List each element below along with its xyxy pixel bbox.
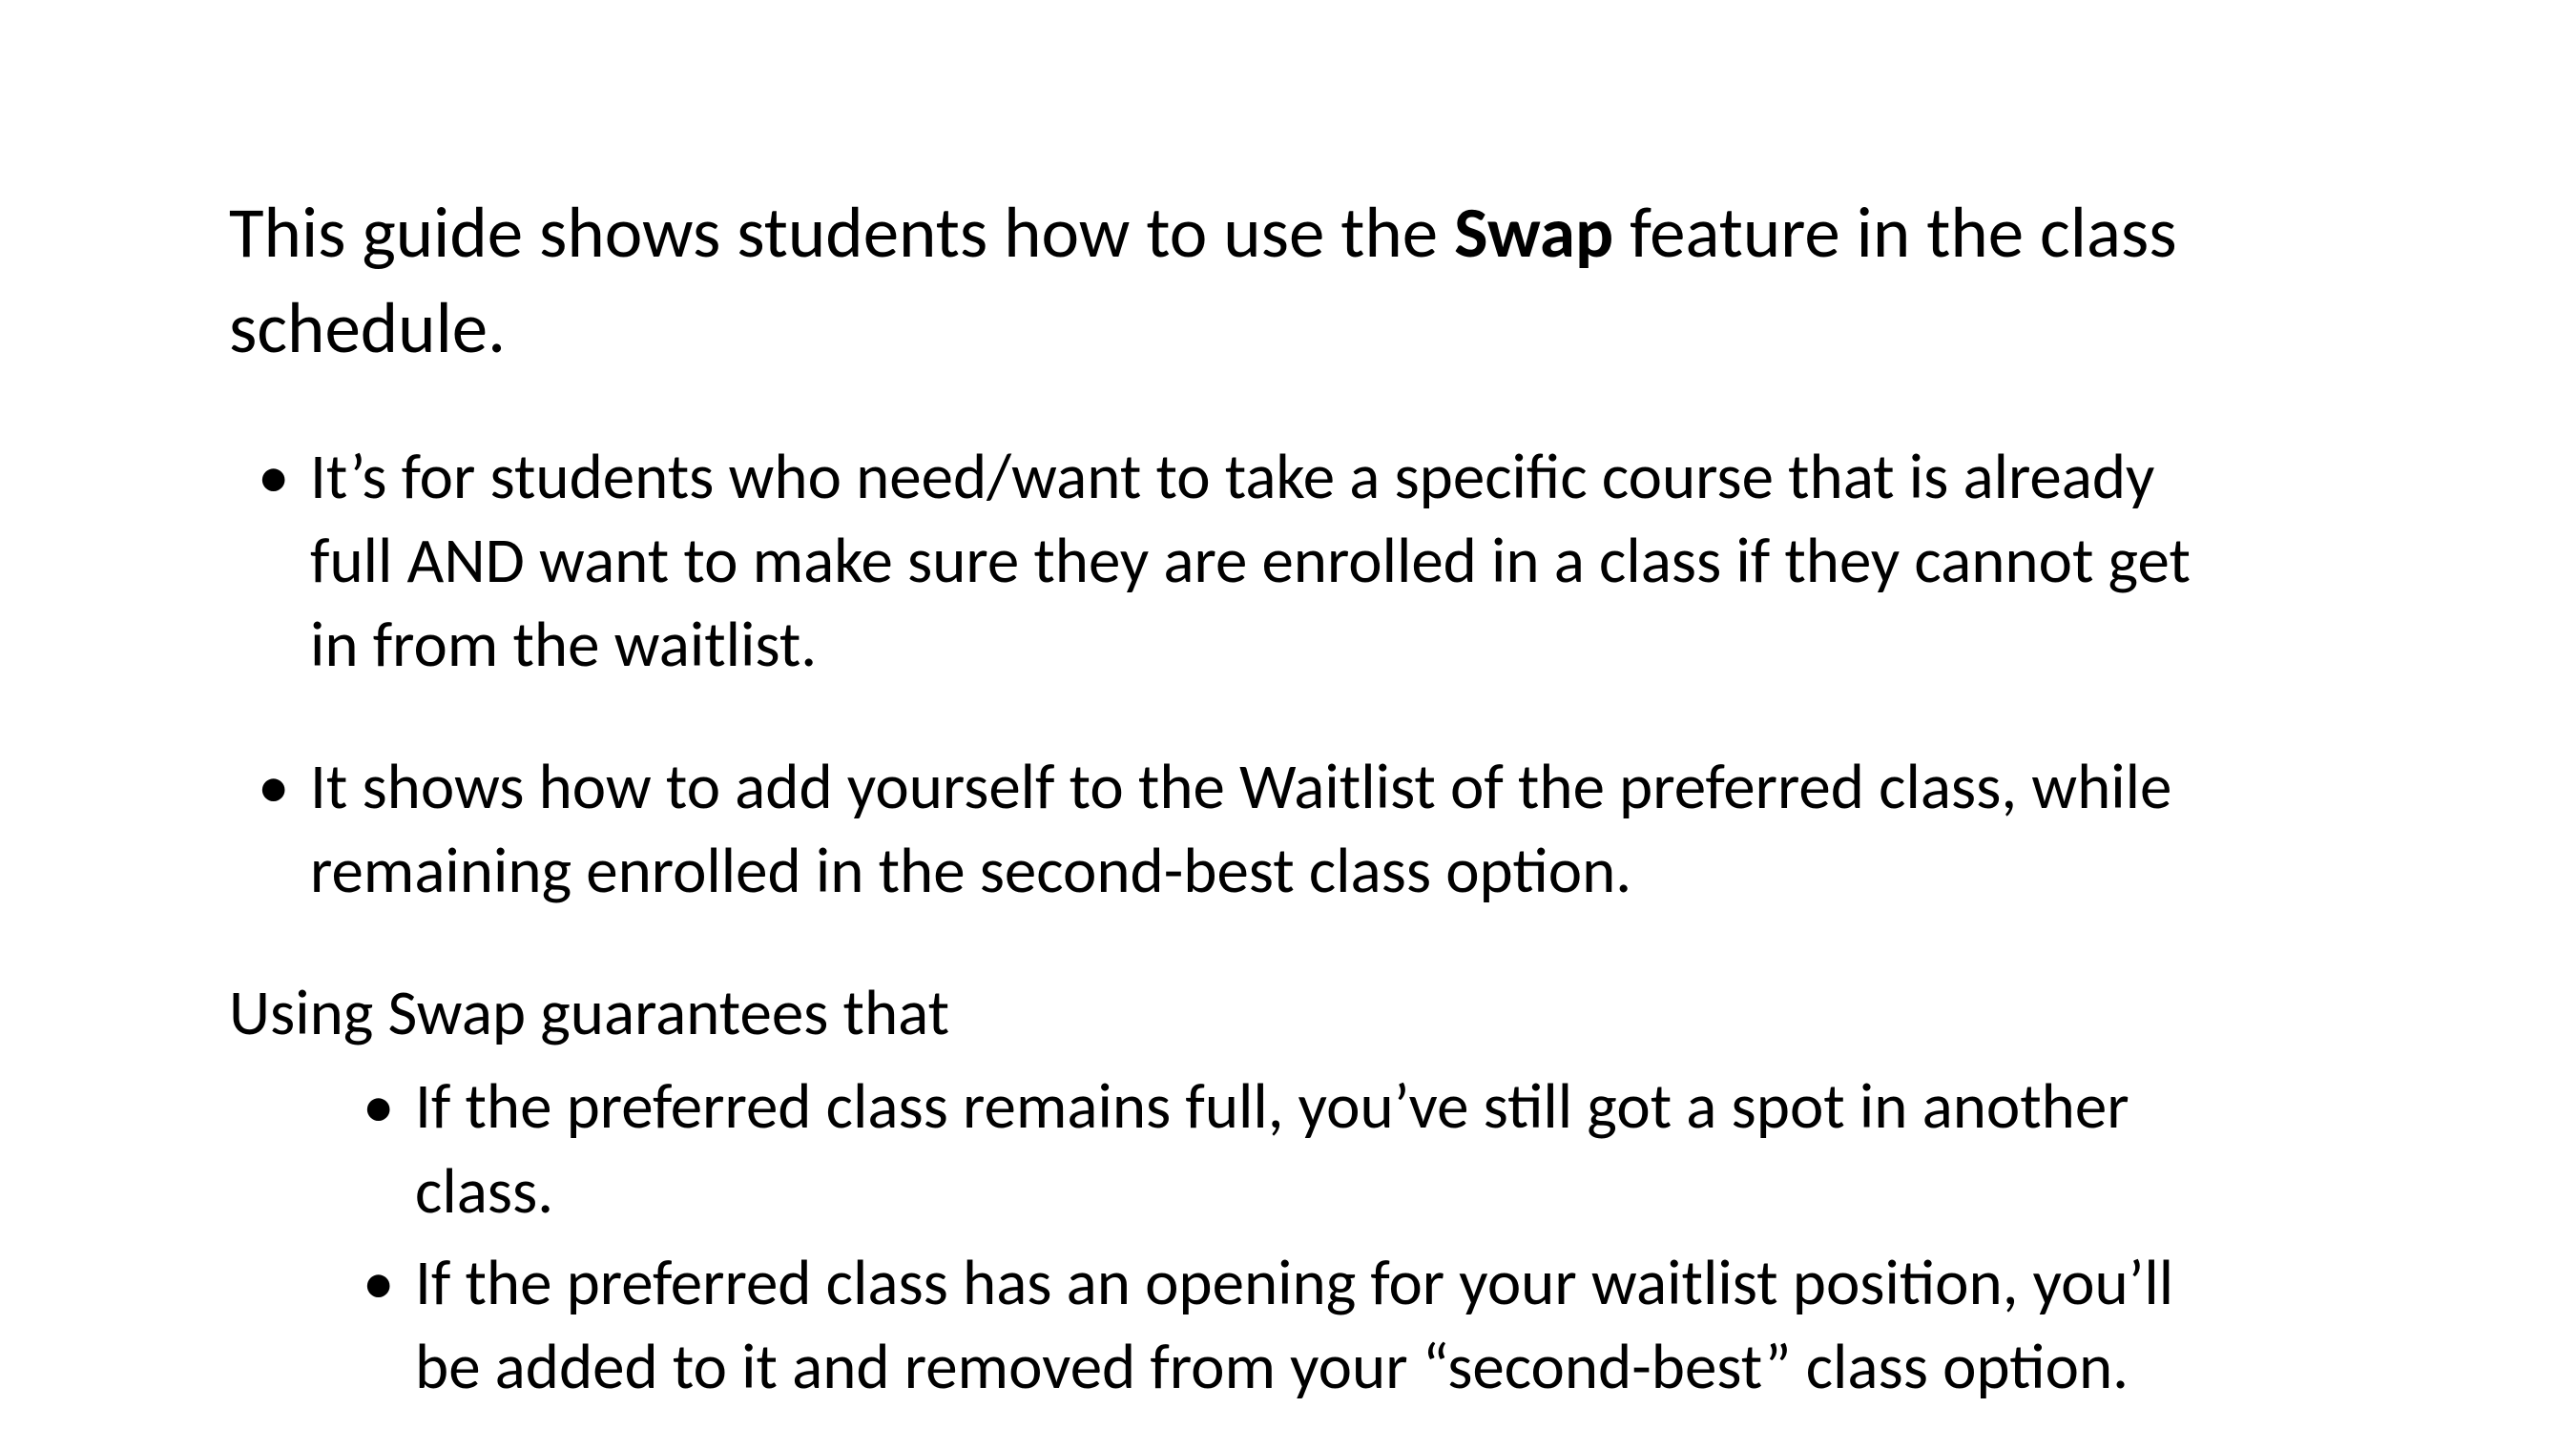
list-item: It shows how to add yourself to the Wait… xyxy=(229,744,2233,913)
secondary-bullet-list: If the preferred class remains full, you… xyxy=(229,1064,2233,1409)
slide-content: This guide shows students how to use the… xyxy=(0,0,2576,1449)
intro-bold-word: Swap xyxy=(1454,190,1613,277)
intro-prefix: This guide shows students how to use the xyxy=(229,190,1454,277)
list-item: If the preferred class has an opening fo… xyxy=(229,1240,2233,1409)
primary-bullet-list: It’s for students who need/want to take … xyxy=(229,434,2233,913)
list-item: If the preferred class remains full, you… xyxy=(229,1064,2233,1232)
list-item: It’s for students who need/want to take … xyxy=(229,434,2233,687)
intro-paragraph: This guide shows students how to use the… xyxy=(229,186,2233,377)
subheading: Using Swap guarantees that xyxy=(229,970,2233,1054)
